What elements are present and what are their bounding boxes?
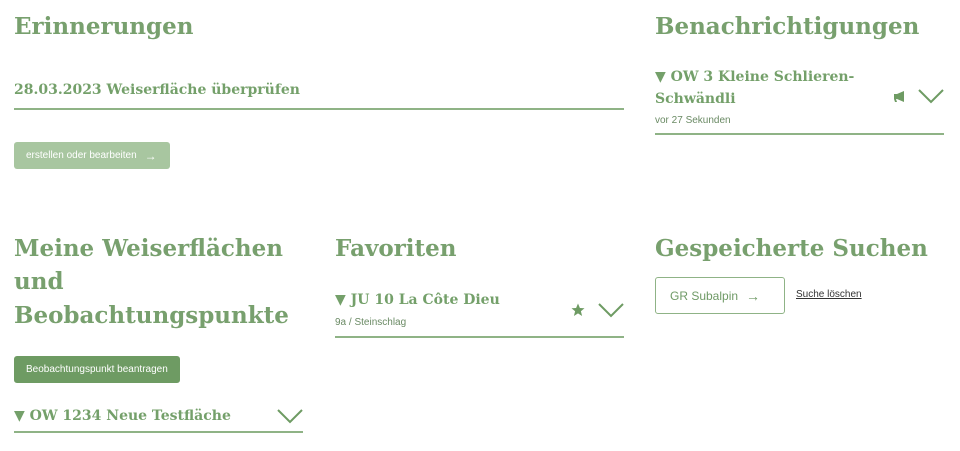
- notification-divider: [655, 133, 944, 135]
- notification-item-title-2[interactable]: Schwändli: [655, 88, 736, 110]
- saved-searches-title: Gespeicherte Suchen: [655, 235, 928, 262]
- delete-search-link[interactable]: Suche löschen: [796, 289, 862, 300]
- favorite-item-sub: 9a / Steinschlag: [335, 317, 407, 328]
- notification-time: vor 27 Sekunden: [655, 115, 731, 126]
- favorite-divider: [335, 336, 624, 338]
- request-observation-point-button[interactable]: Beobachtungspunkt beantragen: [14, 356, 180, 383]
- reminder-divider: [14, 108, 624, 110]
- favorite-item-title[interactable]: ▼ JU 10 La Côte Dieu: [335, 289, 500, 311]
- my-area-item-title[interactable]: ▼ OW 1234 Neue Testfläche: [14, 405, 231, 427]
- chevron-down-icon[interactable]: [918, 88, 944, 104]
- create-edit-label: erstellen oder bearbeiten: [26, 150, 137, 161]
- reminder-item[interactable]: 28.03.2023 Weiserfläche überprüfen: [14, 79, 300, 101]
- my-areas-title-1: Meine Weiserflächen: [14, 235, 283, 262]
- request-observation-label: Beobachtungspunkt beantragen: [26, 364, 168, 375]
- chevron-down-icon[interactable]: [277, 408, 303, 424]
- my-areas-title-2: und: [14, 268, 64, 295]
- arrow-right-icon: →: [746, 287, 761, 304]
- megaphone-icon[interactable]: [893, 90, 907, 103]
- saved-search-button[interactable]: GR Subalpin →: [655, 277, 785, 314]
- favorites-title: Favoriten: [335, 235, 457, 262]
- saved-search-label: GR Subalpin: [670, 288, 739, 303]
- chevron-down-icon[interactable]: [598, 302, 624, 318]
- my-area-divider: [14, 431, 303, 433]
- arrow-right-icon: →: [144, 148, 157, 163]
- notification-item-title-1[interactable]: ▼ OW 3 Kleine Schlieren-: [655, 66, 854, 88]
- create-edit-reminder-button[interactable]: erstellen oder bearbeiten →: [14, 142, 170, 169]
- notifications-title: Benachrichtigungen: [655, 13, 920, 40]
- star-icon[interactable]: [571, 303, 585, 317]
- reminders-title: Erinnerungen: [14, 13, 194, 40]
- my-areas-title-3: Beobachtungspunkte: [14, 302, 289, 329]
